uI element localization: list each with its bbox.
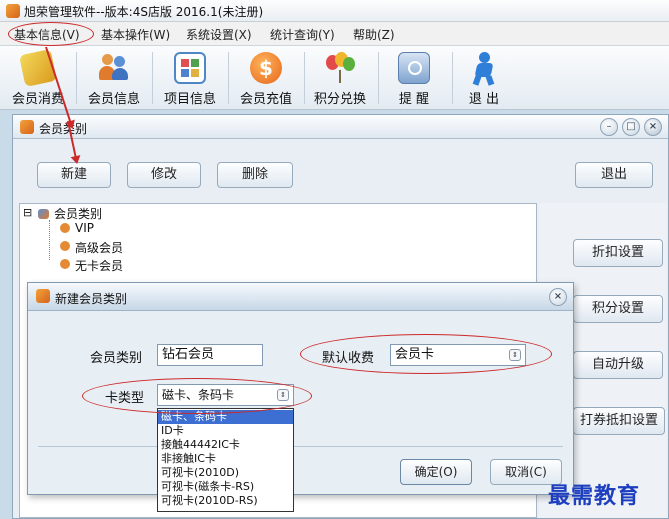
toolbar-member-info-button[interactable]: 会员信息 (78, 46, 150, 108)
card-type-option[interactable]: 接触44442IC卡 (158, 438, 293, 452)
member-icon (60, 259, 70, 269)
card-type-dropdown-list: 磁卡、条码卡 ID卡 接触44442IC卡 非接触IC卡 可视卡(2010D) … (157, 408, 294, 512)
minimize-icon[interactable]: – (600, 118, 618, 136)
delete-button[interactable]: 删除 (217, 162, 293, 188)
window-logo-icon (20, 120, 34, 134)
members-icon (98, 52, 130, 84)
members-icon (38, 209, 49, 219)
card-type-option[interactable]: 可视卡(2010D-RS) (158, 494, 293, 508)
app-title: 旭荣管理软件--版本:4S店版 2016.1(未注册) (24, 5, 264, 19)
toolbar-label: 会员信息 (87, 92, 140, 107)
dialog-titlebar: 新建会员类别 × (28, 283, 573, 311)
member-type-label: 会员类别 (90, 351, 143, 366)
toolbar-separator (228, 52, 229, 104)
maximize-icon[interactable]: □ (622, 118, 640, 136)
toolbar-label: 会员充值 (239, 92, 292, 107)
dialog-close-icon[interactable]: × (549, 288, 567, 306)
member-category-window-titlebar: 会员类别 – □ × (13, 115, 668, 139)
member-icon (60, 223, 70, 233)
grid-icon (174, 52, 206, 84)
edit-button[interactable]: 修改 (127, 162, 201, 188)
annotation-ellipse-card-type (82, 378, 312, 414)
toolbar-reminder-button[interactable]: 提 醒 (378, 46, 450, 108)
toolbar-project-info-button[interactable]: 项目信息 (154, 46, 226, 108)
dollar-coin-icon: $ (250, 52, 282, 84)
tree-line (49, 220, 50, 260)
dialog-title: 新建会员类别 (55, 292, 128, 306)
tree-item[interactable]: 无卡会员 (75, 257, 123, 274)
watermark-text: 最需教育 (548, 483, 641, 509)
annotation-ellipse-menu (8, 22, 94, 46)
exit-button[interactable]: 退出 (575, 162, 653, 188)
card-type-option[interactable]: 可视卡(2010D) (158, 466, 293, 480)
close-icon[interactable]: × (644, 118, 662, 136)
tree-item[interactable]: 高级会员 (75, 239, 123, 256)
app-logo-icon (6, 4, 20, 18)
toolbar-label: 提 醒 (398, 92, 430, 107)
menu-basic-operations[interactable]: 基本操作(W) (101, 26, 170, 43)
menu-help[interactable]: 帮助(Z) (353, 26, 395, 43)
exit-person-icon (468, 52, 500, 86)
card-type-option[interactable]: 非接触IC卡 (158, 452, 293, 466)
toolbar-points-exchange-button[interactable]: 积分兑换 (304, 46, 376, 108)
menu-system-settings[interactable]: 系统设置(X) (186, 26, 252, 43)
tree-expander-icon[interactable]: ⊟ (23, 206, 32, 219)
toolbar-separator (76, 52, 77, 104)
toolbar-label: 退 出 (468, 92, 500, 107)
member-type-input[interactable]: 钻石会员 (157, 344, 263, 366)
dialog-logo-icon (36, 289, 50, 303)
coupon-deduction-settings-button[interactable]: 打券抵扣设置 (573, 407, 665, 435)
toolbar-exit-button[interactable]: 退 出 (448, 46, 520, 108)
auto-upgrade-button[interactable]: 自动升级 (573, 351, 663, 379)
card-type-option[interactable]: ID卡 (158, 424, 293, 438)
toolbar-recharge-button[interactable]: $ 会员充值 (230, 46, 302, 108)
ok-button[interactable]: 确定(O) (400, 459, 472, 485)
menu-bar: 基本信息(V) 基本操作(W) 系统设置(X) 统计查询(Y) 帮助(Z) (0, 22, 669, 46)
toolbar: 会员消费 会员信息 项目信息 $ 会员充值 积分兑换 提 醒 退 出 (0, 46, 669, 110)
annotation-ellipse-fee (300, 334, 552, 374)
member-icon (60, 241, 70, 251)
discount-settings-button[interactable]: 折扣设置 (573, 239, 663, 267)
app-titlebar: 旭荣管理软件--版本:4S店版 2016.1(未注册) (0, 0, 669, 22)
points-settings-button[interactable]: 积分设置 (573, 295, 663, 323)
balloons-icon (324, 52, 356, 84)
dialog-divider (38, 446, 563, 447)
menu-statistics[interactable]: 统计查询(Y) (270, 26, 335, 43)
new-button[interactable]: 新建 (37, 162, 111, 188)
toolbar-separator (152, 52, 153, 104)
tree-root-label[interactable]: 会员类别 (54, 205, 102, 222)
card-type-option[interactable]: 可视卡(磁条卡-RS) (158, 480, 293, 494)
tree-item[interactable]: VIP (75, 221, 94, 235)
window-title: 会员类别 (39, 122, 88, 136)
toolbar-label: 项目信息 (163, 92, 216, 107)
toolbar-label: 积分兑换 (313, 92, 366, 107)
reminder-icon (398, 52, 430, 84)
